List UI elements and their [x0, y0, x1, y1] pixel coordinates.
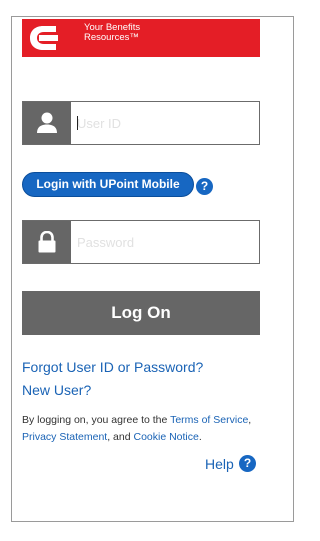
log-on-button[interactable]: Log On	[22, 291, 260, 335]
terms-suffix: .	[198, 431, 202, 443]
user-icon	[37, 112, 57, 133]
cummins-logo-icon	[30, 26, 58, 50]
terms-of-service-link[interactable]: Terms of Service	[170, 414, 248, 426]
help-label[interactable]: Help	[205, 456, 234, 472]
password-icon-box	[23, 221, 71, 263]
banner-line-2: Resources™	[84, 32, 139, 43]
terms-notice: By logging on, you agree to the Terms of…	[22, 412, 262, 446]
login-card	[11, 16, 294, 522]
terms-prefix: By logging on, you agree to the	[22, 414, 171, 426]
userid-field[interactable]	[22, 101, 260, 145]
userid-input[interactable]	[71, 102, 259, 144]
lock-icon	[38, 231, 56, 253]
cookie-notice-link[interactable]: Cookie Notice	[133, 431, 198, 443]
password-input[interactable]	[71, 221, 259, 263]
terms-separator-2: , and	[107, 431, 134, 443]
help-icon[interactable]: ?	[239, 455, 256, 472]
new-user-link[interactable]: New User?	[22, 382, 91, 398]
password-field[interactable]	[22, 220, 260, 264]
terms-separator-1: ,	[248, 414, 252, 426]
upoint-help-icon[interactable]: ?	[196, 178, 213, 195]
forgot-credentials-link[interactable]: Forgot User ID or Password?	[22, 359, 203, 375]
banner-title: Your Benefits Resources™	[84, 23, 140, 43]
brand-banner: Your Benefits Resources™	[22, 19, 260, 57]
privacy-statement-link[interactable]: Privacy Statement	[22, 431, 107, 443]
userid-icon-box	[23, 102, 71, 144]
text-cursor	[77, 116, 78, 130]
upoint-mobile-login-button[interactable]: Login with UPoint Mobile	[22, 172, 194, 197]
